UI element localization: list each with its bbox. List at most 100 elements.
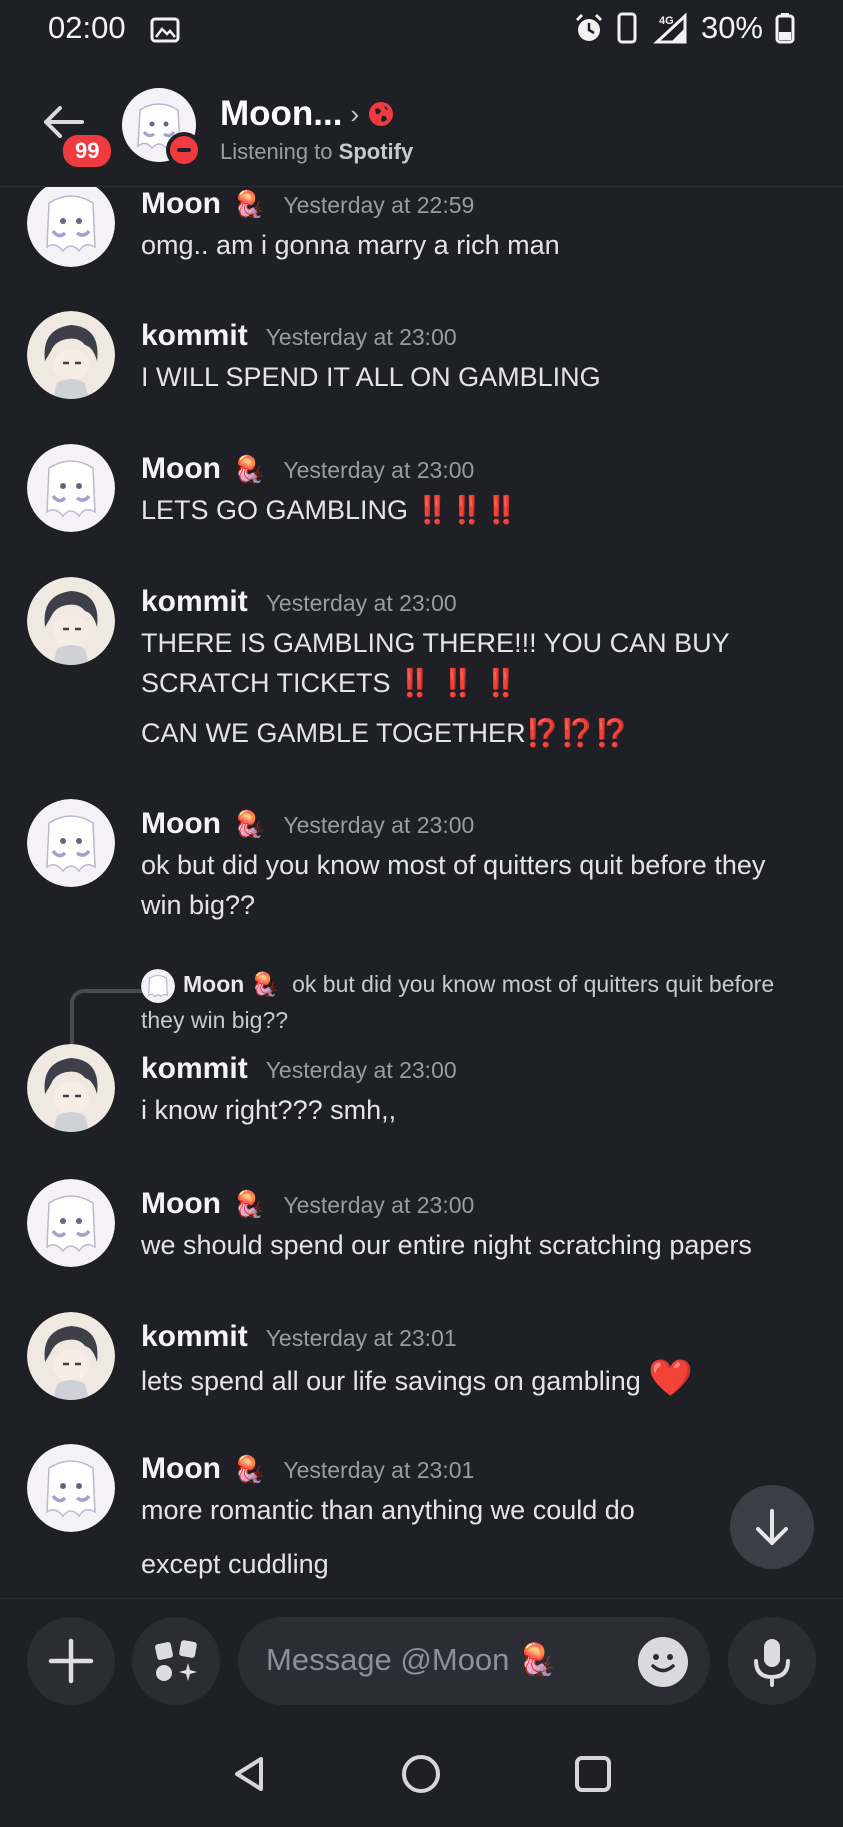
timestamp: Yesterday at 23:00	[283, 457, 475, 483]
nav-recents-icon[interactable]	[570, 1751, 616, 1797]
jellyfish-icon: 🪼	[232, 809, 266, 839]
message-text-part: lets spend all our life savings on gambl…	[141, 1366, 641, 1396]
system-nav-bar	[0, 1723, 843, 1827]
globe-icon	[369, 102, 394, 126]
heart-icon: ❤️	[648, 1357, 694, 1398]
apps-button[interactable]	[132, 1617, 220, 1705]
header-title: Moon...	[220, 94, 343, 133]
timestamp: Yesterday at 23:00	[283, 812, 475, 838]
message-meta: kommit Yesterday at 23:00	[141, 319, 457, 353]
jellyfish-icon: 🪼	[232, 1189, 266, 1219]
author-name[interactable]: Moon	[141, 452, 221, 486]
add-attachment-button[interactable]	[27, 1617, 115, 1705]
message-placeholder: Message @Moon 🪼	[266, 1642, 557, 1677]
jump-to-present-button[interactable]	[730, 1485, 814, 1569]
message-text-part: CAN WE GAMBLE TOGETHER	[141, 718, 526, 748]
svg-text:4G: 4G	[659, 15, 674, 27]
message-line: more romantic than anything we could do	[141, 1495, 635, 1525]
author-name[interactable]: kommit	[141, 1320, 248, 1354]
message-text: lets spend all our life savings on gambl…	[141, 1358, 813, 1401]
author-name[interactable]: kommit	[141, 1052, 248, 1086]
avatar[interactable]	[27, 1044, 115, 1132]
avatar[interactable]	[27, 577, 115, 665]
message-text: omg.. am i gonna marry a rich man	[141, 230, 560, 260]
alarm-icon	[575, 13, 603, 41]
battery-percent: 30%	[700, 10, 763, 45]
message-text: LETS GO GAMBLING ‼️‼️‼️	[141, 490, 813, 530]
author-name[interactable]: Moon	[141, 807, 221, 841]
message-meta: kommit Yesterday at 23:00	[141, 585, 457, 619]
battery-icon	[775, 13, 795, 44]
timestamp: Yesterday at 23:00	[265, 324, 457, 350]
clock: 02:00	[48, 10, 126, 45]
timestamp: Yesterday at 23:00	[265, 590, 457, 616]
avatar	[141, 968, 175, 1003]
timestamp: Yesterday at 23:01	[265, 1325, 457, 1351]
message-meta: kommit Yesterday at 23:00	[141, 1052, 457, 1086]
author-name[interactable]: kommit	[141, 585, 248, 619]
timestamp: Yesterday at 22:59	[283, 192, 475, 218]
avatar[interactable]	[27, 311, 115, 399]
avatar[interactable]	[27, 1444, 115, 1532]
header-title-row[interactable]: Moon... ›	[220, 94, 395, 134]
message-text: ok but did you know most of quitters qui…	[141, 845, 813, 925]
message-meta: Moon 🪼 Yesterday at 23:00	[141, 807, 474, 841]
avatar[interactable]	[27, 1312, 115, 1400]
jellyfish-icon: 🪼	[250, 971, 280, 997]
avatar[interactable]	[27, 444, 115, 532]
message-meta: Moon 🪼 Yesterday at 23:00	[141, 1187, 474, 1221]
status-prefix: Listening to	[220, 139, 339, 164]
status-app: Spotify	[338, 139, 414, 164]
author-name[interactable]: Moon	[141, 1187, 221, 1221]
author-name[interactable]: kommit	[141, 319, 248, 353]
nav-home-icon[interactable]	[398, 1751, 444, 1797]
double-exclamation-icon: ‼️ ‼️ ‼️	[398, 668, 519, 698]
jellyfish-icon: 🪼	[232, 454, 266, 484]
double-exclamation-icon: ‼️‼️‼️	[415, 495, 520, 525]
emoji-button[interactable]	[638, 1637, 688, 1687]
message-text-part: SCRATCH TICKETS	[141, 668, 391, 698]
message-text: THERE IS GAMBLING THERE!!! YOU CAN BUY S…	[141, 623, 813, 753]
reply-connector	[70, 989, 146, 1051]
interrobang-icon: ⁉️⁉️⁉️	[525, 718, 630, 748]
timestamp: Yesterday at 23:01	[283, 1457, 475, 1483]
message-text: more romantic than anything we could do …	[141, 1490, 813, 1584]
message-list[interactable]: Moon 🪼 Yesterday at 22:59 omg.. am i gon…	[0, 187, 843, 1597]
reply-text: ok but did you know most of quitters qui…	[292, 971, 775, 997]
message-text-part: LETS GO GAMBLING	[141, 495, 409, 525]
apps-icon	[155, 1640, 197, 1681]
message-line: SCRATCH TICKETS ‼️ ‼️ ‼️	[141, 663, 813, 703]
message-meta: Moon 🪼 Yesterday at 23:00	[141, 452, 474, 486]
reply-preview[interactable]: Moon 🪼 ok but did you know most of quitt…	[141, 967, 813, 1037]
dnd-status-icon	[166, 132, 202, 168]
message-input[interactable]: Message @Moon 🪼	[238, 1617, 710, 1705]
arrow-down-icon	[756, 1509, 788, 1545]
timestamp: Yesterday at 23:00	[283, 1192, 475, 1218]
composer-bar: Message @Moon 🪼	[0, 1598, 843, 1724]
author-name[interactable]: Moon	[141, 1452, 221, 1486]
phone-icon	[617, 12, 637, 44]
jellyfish-icon: 🪼	[232, 189, 266, 219]
avatar[interactable]	[27, 187, 115, 267]
emoji-icon	[651, 1654, 675, 1673]
reply-text-line: they win big??	[141, 1006, 289, 1033]
reply-author: Moon	[183, 971, 245, 997]
nav-back-icon[interactable]	[227, 1751, 273, 1797]
header-status: Listening to Spotify	[220, 139, 413, 165]
message-text: we should spend our entire night scratch…	[141, 1230, 752, 1260]
message-meta: Moon 🪼 Yesterday at 23:01	[141, 1452, 474, 1486]
message-text: I WILL SPEND IT ALL ON GAMBLING	[141, 362, 601, 392]
timestamp: Yesterday at 23:00	[265, 1057, 457, 1083]
author-name[interactable]: Moon	[141, 187, 221, 221]
avatar[interactable]	[27, 1179, 115, 1267]
message-line: ok but did you know most of quitters qui…	[141, 850, 766, 880]
message-meta: kommit Yesterday at 23:01	[141, 1320, 457, 1354]
message-line: except cuddling	[141, 1549, 329, 1579]
chevron-right-icon: ›	[350, 98, 360, 129]
unread-badge: 99	[60, 132, 115, 170]
image-icon	[150, 17, 180, 43]
avatar[interactable]	[27, 799, 115, 887]
voice-message-button[interactable]	[728, 1617, 816, 1705]
message-line: CAN WE GAMBLE TOGETHER⁉️⁉️⁉️	[141, 713, 813, 753]
message-line: win big??	[141, 890, 256, 920]
